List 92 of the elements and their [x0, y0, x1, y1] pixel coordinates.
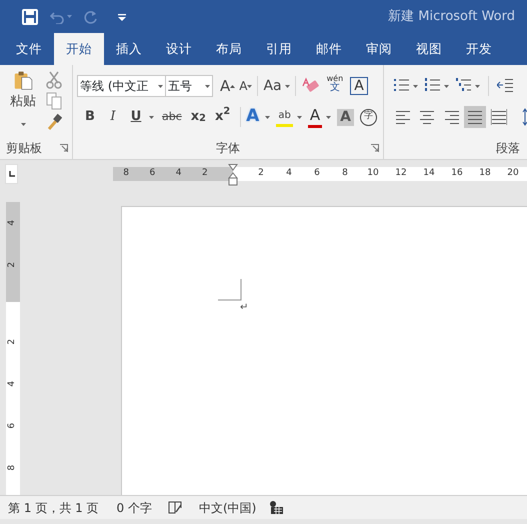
- page-count[interactable]: 第 1 页，共 1 页: [8, 498, 99, 516]
- proofing-icon[interactable]: [168, 501, 183, 514]
- ruler-number: 4: [6, 381, 18, 387]
- caret-icon: [205, 84, 210, 88]
- ribbon-tab[interactable]: 文件: [4, 33, 54, 65]
- font-color-button[interactable]: A: [308, 106, 322, 128]
- ribbon-tab[interactable]: 设计: [154, 33, 204, 65]
- font-name-field[interactable]: 等线 (中文正: [77, 75, 166, 97]
- font-size-field[interactable]: 五号: [166, 75, 213, 97]
- align-icon: [395, 108, 411, 126]
- dialog-launcher-icon[interactable]: [371, 144, 379, 152]
- format-button[interactable]: abc: [160, 106, 184, 128]
- highlight-button[interactable]: ab: [276, 107, 293, 127]
- ruler-number: 2: [6, 339, 18, 345]
- align-icon: [419, 108, 435, 126]
- ruler-number: 18: [478, 167, 492, 180]
- ruler-number: 10: [366, 167, 380, 180]
- up-icon: [230, 84, 236, 88]
- caret-icon: [20, 123, 26, 126]
- character-border-button[interactable]: A: [350, 77, 368, 95]
- ribbon-tab[interactable]: 审阅: [354, 33, 404, 65]
- ribbon-tab[interactable]: 邮件: [304, 33, 354, 65]
- ruler-number: 6: [313, 167, 321, 180]
- align-icon: [491, 108, 507, 126]
- ruler-number: 4: [6, 220, 18, 226]
- format-painter-icon[interactable]: [46, 113, 62, 131]
- tab-selector[interactable]: [5, 164, 18, 184]
- ruler-number: 2: [201, 167, 209, 180]
- ruler-number: 14: [422, 167, 436, 180]
- ribbon-tab[interactable]: 开始: [54, 33, 104, 65]
- word-count[interactable]: 0 个字: [116, 498, 152, 516]
- character-shading-button[interactable]: A: [337, 108, 354, 126]
- dialog-launcher-icon[interactable]: [60, 144, 68, 152]
- tab-stop-icon: [8, 171, 14, 177]
- group-label: 剪贴板: [6, 140, 42, 157]
- ruler-number: 8: [122, 167, 130, 180]
- ruler-number: 4: [285, 167, 293, 180]
- decrease-indent-icon[interactable]: [497, 77, 513, 95]
- change-case-button[interactable]: Aa: [261, 75, 292, 97]
- caret-icon: [158, 84, 163, 88]
- caret-icon[interactable]: [326, 116, 332, 118]
- ruler-number: 8: [341, 167, 349, 180]
- ruler-number: 2: [6, 262, 18, 268]
- eraser-icon[interactable]: [300, 77, 319, 95]
- ruler-number: 16: [450, 167, 464, 180]
- format-button[interactable]: B: [81, 106, 99, 128]
- caret-icon[interactable]: [475, 84, 480, 88]
- shrink-font-button[interactable]: A: [237, 75, 254, 97]
- format-button[interactable]: U: [127, 106, 145, 128]
- save-icon[interactable]: [22, 8, 38, 24]
- ribbon-tab[interactable]: 视图: [404, 33, 454, 65]
- caret-icon[interactable]: [149, 116, 154, 118]
- ribbon-tab[interactable]: 插入: [104, 33, 154, 65]
- caret-icon[interactable]: [444, 84, 449, 88]
- align-icon: [443, 108, 459, 126]
- align-icon: [467, 108, 483, 126]
- paragraph-mark: ↵: [240, 303, 250, 313]
- ruler-number: 2: [257, 167, 265, 180]
- ribbon-tab[interactable]: 引用: [254, 33, 304, 65]
- grow-font-button[interactable]: A: [218, 75, 238, 97]
- ruler-number: 20: [506, 167, 520, 180]
- enclose-characters-button[interactable]: 字: [360, 108, 377, 126]
- paste-button[interactable]: 粘贴: [6, 71, 40, 135]
- ruler-number: 6: [6, 423, 18, 429]
- caret-icon[interactable]: [413, 84, 418, 88]
- align-justify-button[interactable]: [464, 106, 486, 128]
- caret-icon: [284, 84, 290, 88]
- document-page[interactable]: ↵: [121, 206, 527, 495]
- caret-icon[interactable]: [296, 116, 302, 118]
- language-indicator[interactable]: 中文(中国): [198, 498, 256, 516]
- margin-corner-icon: [218, 279, 242, 301]
- ruler-number: 6: [148, 167, 156, 180]
- format-button[interactable]: x$^{2}$: [212, 106, 232, 128]
- group-label: 段落: [496, 140, 520, 157]
- ruler-number: 12: [394, 167, 408, 180]
- customize-icon[interactable]: [118, 14, 126, 21]
- format-button[interactable]: I: [104, 106, 122, 128]
- align-distributed-button[interactable]: [488, 106, 510, 128]
- caret-icon[interactable]: [265, 116, 270, 118]
- ribbon-tab[interactable]: 布局: [204, 33, 254, 65]
- scissors-icon[interactable]: [46, 71, 62, 89]
- window-title: 新建 Microsoft Word: [388, 8, 515, 26]
- format-button[interactable]: x$_{2}$: [188, 106, 208, 128]
- phonetic-guide-button[interactable]: wén 文: [324, 75, 346, 97]
- group-label: 字体: [216, 140, 240, 157]
- ruler-number: 4: [174, 167, 182, 180]
- ruler-number: 8: [6, 465, 18, 471]
- down-icon: [247, 84, 252, 88]
- text-effects-button[interactable]: A: [244, 106, 262, 128]
- ribbon-tab[interactable]: 开发: [454, 33, 504, 65]
- macro-icon[interactable]: [270, 501, 284, 514]
- indent-marker-icon[interactable]: [228, 164, 238, 186]
